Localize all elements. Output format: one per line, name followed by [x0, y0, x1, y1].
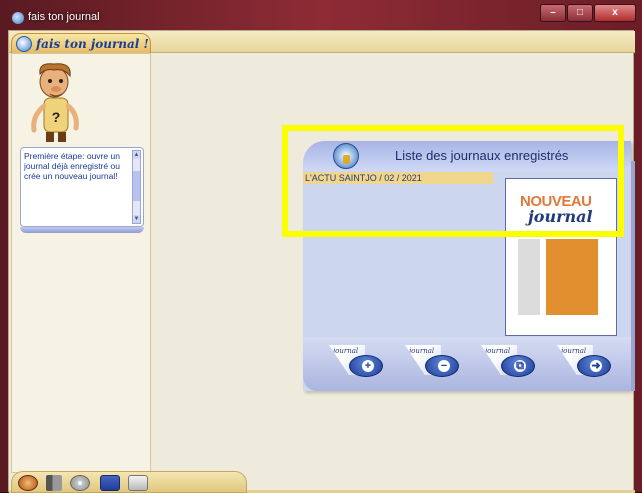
- instruction-text: Première étape: ouvre un journal déjà en…: [24, 151, 120, 181]
- panel-footer: journal + journal − journal ⧉ journal ➜: [303, 337, 631, 391]
- instruction-box-footer: [20, 227, 144, 233]
- journal-list-panel: Liste des journaux enregistrés L'ACTU SA…: [303, 141, 631, 391]
- sidebar: ? Première étape: ouvre un journal déjà …: [11, 53, 151, 473]
- scroll-up-icon[interactable]: ▲: [133, 151, 140, 159]
- disc-icon[interactable]: [70, 475, 90, 491]
- app-logo-text: fais ton journal !: [36, 37, 149, 51]
- app-globe-icon: [12, 12, 24, 24]
- instruction-box: Première étape: ouvre un journal déjà en…: [20, 147, 144, 227]
- maximize-button[interactable]: □: [567, 4, 593, 22]
- preview-title-line2: journal: [528, 207, 593, 226]
- mascot-character-icon: ?: [31, 63, 79, 142]
- app-window: fais ton journal – □ x fais ton journal …: [0, 0, 642, 493]
- scroll-thumb[interactable]: [133, 171, 140, 201]
- preview-grey-column: [518, 239, 540, 315]
- window-controls: – □ x: [540, 4, 636, 22]
- scroll-down-icon[interactable]: ▼: [133, 215, 140, 223]
- printer-icon[interactable]: [128, 475, 148, 491]
- remove-journal-button[interactable]: journal −: [405, 343, 467, 383]
- journal-preview[interactable]: NOUVEAU journal: [505, 178, 617, 336]
- svg-text:?: ?: [52, 109, 61, 125]
- next-journal-icon: ➜: [577, 355, 611, 377]
- school-logo-icon: [333, 143, 359, 169]
- preview-orange-column: [546, 239, 598, 315]
- journal-list[interactable]: L'ACTU SAINTJO / 02 / 2021: [303, 172, 493, 312]
- client-area: fais ton journal ! ? Première étape: ouv…: [8, 30, 635, 493]
- open-journal-icon: ⧉: [501, 355, 535, 377]
- bottom-toolbar: [11, 471, 247, 493]
- instruction-scrollbar[interactable]: ▲ ▼: [132, 150, 141, 224]
- minimize-button[interactable]: –: [540, 4, 566, 22]
- add-journal-icon: +: [349, 355, 383, 377]
- panel-title: Liste des journaux enregistrés: [395, 148, 569, 163]
- app-logo: fais ton journal !: [11, 33, 151, 55]
- title-bar[interactable]: fais ton journal – □ x: [0, 0, 642, 28]
- panel-header: Liste des journaux enregistrés: [303, 141, 631, 171]
- next-journal-button[interactable]: journal ➜: [557, 343, 619, 383]
- window-title: fais ton journal: [28, 11, 100, 23]
- speaker-icon[interactable]: [46, 475, 62, 491]
- globe-icon: [16, 36, 32, 52]
- open-journal-button[interactable]: journal ⧉: [481, 343, 543, 383]
- book-icon[interactable]: [100, 475, 120, 491]
- add-journal-button[interactable]: journal +: [329, 343, 391, 383]
- panel-edge: [631, 161, 635, 391]
- journal-list-item[interactable]: L'ACTU SAINTJO / 02 / 2021: [303, 172, 493, 184]
- close-button[interactable]: x: [594, 4, 636, 22]
- exit-icon[interactable]: [18, 475, 38, 491]
- remove-journal-icon: −: [425, 355, 459, 377]
